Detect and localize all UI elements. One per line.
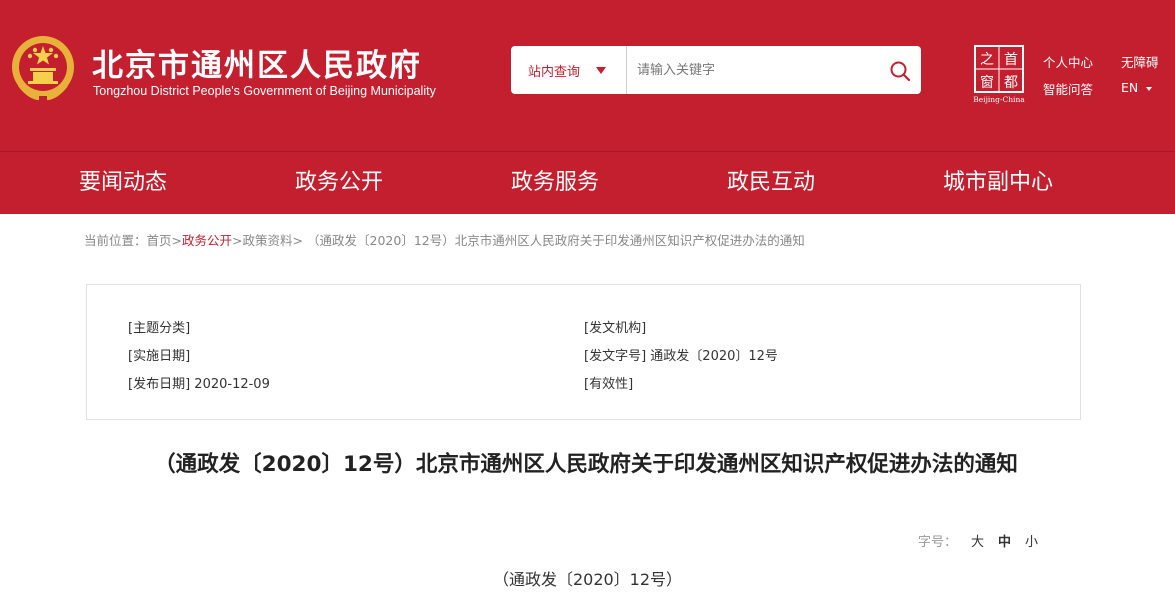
effective-date-label: [实施日期] xyxy=(128,349,191,364)
document-number-line: （通政发〔2020〕12号） xyxy=(492,570,683,589)
breadcrumb-subsection[interactable]: 政策资料 xyxy=(243,233,293,248)
breadcrumb-sep: > xyxy=(292,233,304,248)
font-size-label: 字号： xyxy=(918,535,958,550)
logo-char-2: 首 xyxy=(1004,52,1018,68)
font-size-medium-button[interactable]: 中 xyxy=(998,535,1011,550)
font-size-small-button[interactable]: 小 xyxy=(1025,535,1038,550)
capital-window-logo-icon: 之 首 窗 都 Beijing-China xyxy=(973,45,1025,104)
issuing-org-label: [发文机构] xyxy=(584,321,647,336)
national-emblem-icon[interactable] xyxy=(10,34,76,106)
search-scope-dropdown[interactable]: 站内查询 xyxy=(511,46,627,94)
search-icon[interactable] xyxy=(889,60,911,82)
logo-char-4: 都 xyxy=(1004,75,1018,91)
nav-item-gov-affairs-open[interactable]: 政务公开 xyxy=(295,152,383,214)
document-info-box: [主题分类] [发文机构] [实施日期] [发文字号] 通政发〔2020〕12号… xyxy=(86,284,1081,420)
search-box: 站内查询 xyxy=(511,46,921,94)
publish-date-label: [发布日期] xyxy=(128,377,191,392)
language-label: EN xyxy=(1121,80,1139,95)
logo-caption: Beijing-China xyxy=(973,95,1025,104)
subject-category-label: [主题分类] xyxy=(128,321,191,336)
logo-char-3: 窗 xyxy=(980,74,994,91)
breadcrumb-current: （通政发〔2020〕12号）北京市通州区人民政府关于印发通州区知识产权促进办法的… xyxy=(307,233,805,248)
search-input[interactable] xyxy=(637,56,877,84)
personal-center-link[interactable]: 个人中心 xyxy=(1043,52,1093,71)
site-subtitle: Tongzhou District People's Government of… xyxy=(93,84,436,98)
nav-item-news[interactable]: 要闻动态 xyxy=(79,152,167,214)
breadcrumb-section[interactable]: 政务公开 xyxy=(182,233,232,248)
breadcrumb-prefix: 当前位置： xyxy=(84,233,147,248)
language-switch[interactable]: EN xyxy=(1121,80,1153,95)
capital-window-logo[interactable]: 之 首 窗 都 Beijing-China xyxy=(971,44,1027,104)
nav-item-sub-center[interactable]: 城市副中心 xyxy=(943,152,1053,214)
doc-number-field: [发文字号] 通政发〔2020〕12号 xyxy=(584,345,778,364)
breadcrumb-sep: > xyxy=(232,233,243,248)
main-nav: 要闻动态 政务公开 政务服务 政民互动 城市副中心 xyxy=(0,152,1175,214)
breadcrumb-home[interactable]: 首页 xyxy=(147,233,172,248)
publish-date-field: [发布日期] 2020-12-09 xyxy=(128,373,270,392)
validity-label: [有效性] xyxy=(584,377,634,392)
chevron-down-icon xyxy=(1146,86,1153,91)
accessibility-link[interactable]: 无障碍 xyxy=(1121,52,1159,71)
chevron-down-icon xyxy=(596,66,607,74)
doc-number-value: 通政发〔2020〕12号 xyxy=(650,349,778,364)
font-size-large-button[interactable]: 大 xyxy=(971,535,984,550)
site-header: 北京市通州区人民政府 Tongzhou District People's Go… xyxy=(0,0,1175,152)
nav-item-interaction[interactable]: 政民互动 xyxy=(727,152,815,214)
document-title: （通政发〔2020〕12号）北京市通州区人民政府关于印发通州区知识产权促进办法的… xyxy=(154,452,1018,477)
site-title[interactable]: 北京市通州区人民政府 xyxy=(92,40,422,85)
publish-date-value: 2020-12-09 xyxy=(194,377,270,392)
doc-number-label: [发文字号] xyxy=(584,349,647,364)
smart-qa-link[interactable]: 智能问答 xyxy=(1043,79,1093,98)
font-size-control: 字号： 大中小 xyxy=(918,531,1038,550)
nav-item-gov-services[interactable]: 政务服务 xyxy=(511,152,599,214)
search-scope-label: 站内查询 xyxy=(528,64,581,80)
logo-char-1: 之 xyxy=(980,52,994,68)
breadcrumb-sep: > xyxy=(171,233,183,248)
breadcrumb: 当前位置：首页>政务公开>政策资料> （通政发〔2020〕12号）北京市通州区人民… xyxy=(84,230,805,249)
